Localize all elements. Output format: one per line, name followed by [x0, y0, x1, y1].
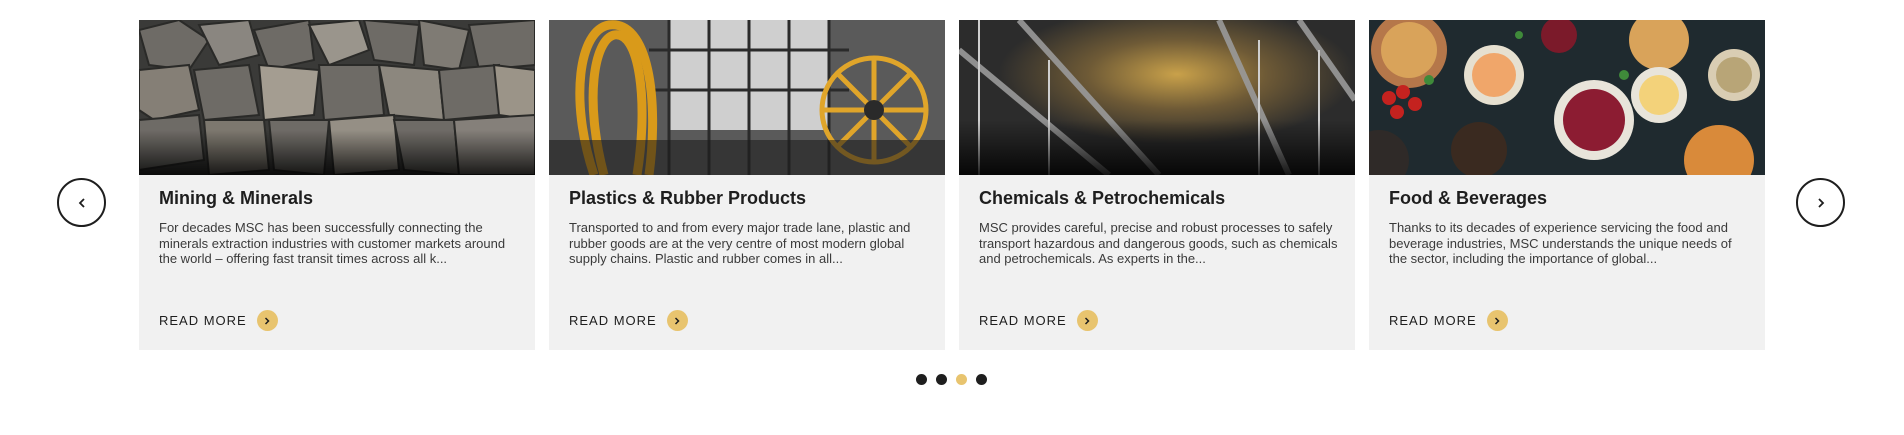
industry-card-mining[interactable]: Mining & Minerals For decades MSC has be…: [139, 20, 535, 350]
read-more-link[interactable]: READ MORE: [979, 310, 1098, 331]
read-more-label: READ MORE: [979, 313, 1067, 328]
arrow-right-icon: [1486, 310, 1508, 331]
card-title: Food & Beverages: [1389, 188, 1548, 208]
read-more-label: READ MORE: [1389, 313, 1477, 328]
read-more-label: READ MORE: [569, 313, 657, 328]
arrow-right-icon: [256, 310, 278, 331]
pagination-dot[interactable]: [936, 374, 947, 385]
read-more-link[interactable]: READ MORE: [569, 310, 688, 331]
pagination-dot[interactable]: [956, 374, 967, 385]
carousel-pagination: [916, 374, 987, 385]
refinery-image: [959, 20, 1355, 175]
pagination-dot[interactable]: [916, 374, 927, 385]
card-description: For decades MSC has been successfully co…: [159, 220, 506, 266]
card-track: Mining & Minerals For decades MSC has be…: [139, 20, 1765, 350]
food-table-image: [1369, 20, 1765, 175]
rocks-image: [139, 20, 535, 175]
card-description: Thanks to its decades of experience serv…: [1389, 220, 1732, 266]
pagination-dot[interactable]: [976, 374, 987, 385]
industry-card-food[interactable]: Food & Beverages Thanks to its decades o…: [1369, 20, 1765, 350]
industry-carousel: Mining & Minerals For decades MSC has be…: [0, 0, 1904, 435]
read-more-link[interactable]: READ MORE: [1389, 310, 1508, 331]
read-more-label: READ MORE: [159, 313, 247, 328]
chevron-left-icon: [78, 197, 85, 208]
read-more-link[interactable]: READ MORE: [159, 310, 278, 331]
arrow-right-icon: [1076, 310, 1098, 331]
card-description: MSC provides careful, precise and robust…: [979, 220, 1338, 266]
carousel-next-button[interactable]: [1796, 178, 1845, 227]
card-title: Chemicals & Petrochemicals: [979, 188, 1226, 208]
carousel-prev-button[interactable]: [57, 178, 106, 227]
card-title: Mining & Minerals: [159, 188, 314, 208]
industry-card-chemicals[interactable]: Chemicals & Petrochemicals MSC provides …: [959, 20, 1355, 350]
arrow-right-icon: [666, 310, 688, 331]
factory-cables-image: [549, 20, 945, 175]
card-description: Transported to and from every major trad…: [569, 220, 911, 266]
card-title: Plastics & Rubber Products: [569, 188, 807, 208]
chevron-right-icon: [1817, 197, 1824, 208]
industry-card-plastics[interactable]: Plastics & Rubber Products Transported t…: [549, 20, 945, 350]
